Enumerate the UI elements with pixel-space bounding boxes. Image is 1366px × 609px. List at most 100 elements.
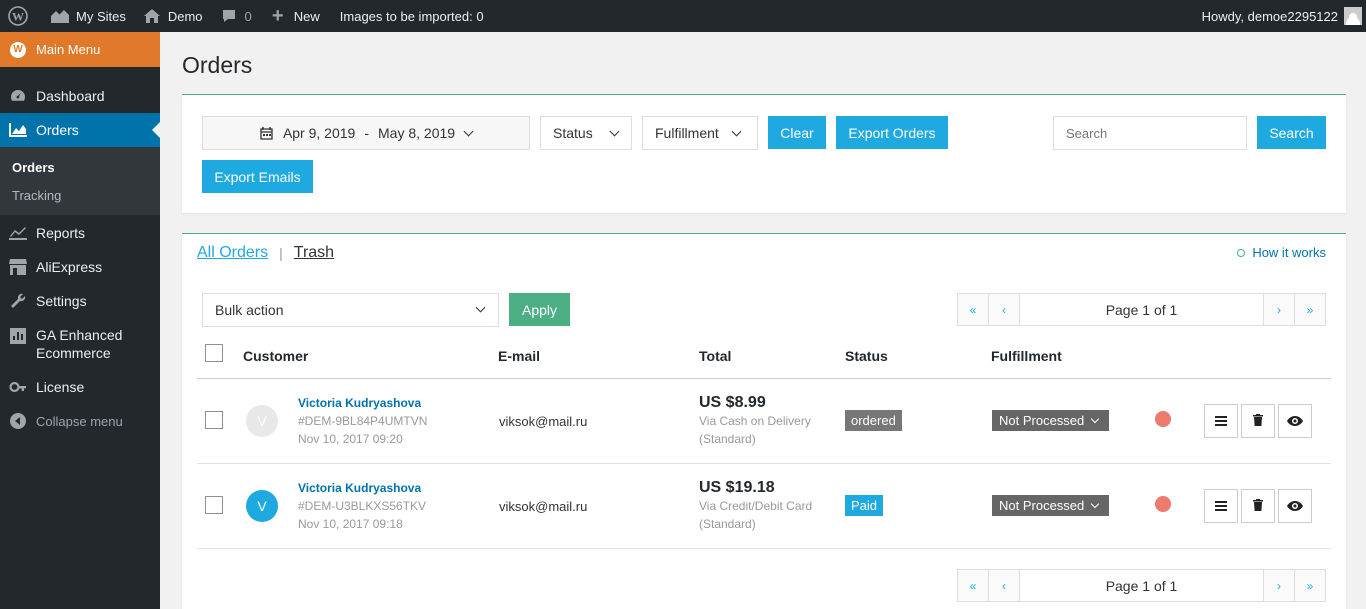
store-icon (8, 257, 28, 277)
new-content-menu[interactable]: + New (260, 0, 328, 32)
tab-all-orders[interactable]: All Orders (197, 244, 268, 262)
table-header-divider (197, 378, 1331, 379)
comments-link[interactable]: 0 (211, 0, 260, 32)
main-menu-link[interactable]: W Main Menu (0, 32, 160, 67)
select-all-checkbox[interactable] (205, 344, 223, 362)
status-filter-select[interactable]: Status (540, 116, 632, 150)
delete-button[interactable] (1241, 404, 1275, 438)
delete-button[interactable] (1241, 489, 1275, 523)
date-from: Apr 9, 2019 (282, 125, 356, 141)
trash-icon (1253, 413, 1263, 429)
avatar: V (246, 405, 278, 437)
fulfillment-dropdown[interactable]: Not Processed (992, 410, 1109, 431)
chevron-down-icon (609, 126, 620, 136)
sidebar-item-settings[interactable]: Settings (0, 284, 160, 318)
images-import-status[interactable]: Images to be imported: 0 (328, 0, 492, 32)
double-chevron-left-icon: « (969, 578, 977, 593)
view-button[interactable] (1278, 489, 1312, 523)
column-total: Total (699, 348, 732, 364)
key-icon (8, 377, 28, 397)
chevron-left-icon: ‹ (1002, 302, 1006, 317)
fulfillment-label: Not Processed (999, 498, 1085, 513)
bulk-action-select[interactable]: Bulk action (202, 293, 499, 327)
sidebar-item-ga-ecommerce[interactable]: GA Enhanced Ecommerce (0, 318, 160, 370)
site-name-label: Demo (167, 8, 203, 24)
first-page-button[interactable]: « (957, 293, 989, 326)
site-name-menu[interactable]: Demo (134, 0, 211, 32)
sites-icon (50, 6, 70, 26)
orders-panel: All Orders | Trash How it works Bulk act… (182, 233, 1346, 609)
row-checkbox[interactable] (205, 411, 223, 429)
search-input[interactable] (1053, 116, 1247, 150)
sidebar-item-label: Dashboard (36, 88, 105, 104)
account-menu[interactable]: Howdy, demoe2295122 (1202, 0, 1366, 32)
order-id: #DEM-U3BLKXS56TKV (298, 499, 427, 513)
status-dot (1155, 411, 1171, 427)
fulfillment-dropdown[interactable]: Not Processed (992, 495, 1109, 516)
wordpress-logo[interactable]: W (0, 0, 42, 32)
order-total: US $19.18 (699, 479, 775, 496)
submenu-item-tracking[interactable]: Tracking (0, 181, 160, 209)
dashboard-icon (8, 86, 28, 106)
eye-icon (1287, 498, 1303, 514)
shipping-method: (Standard) (699, 432, 756, 446)
first-page-button[interactable]: « (957, 569, 989, 602)
export-emails-button[interactable]: Export Emails (202, 160, 313, 193)
double-chevron-right-icon: » (1306, 302, 1314, 317)
my-sites-label: My Sites (76, 8, 126, 24)
date-separator: - (364, 125, 369, 141)
order-id: #DEM-9BL84P4UMTVN (298, 414, 428, 428)
page-indicator: Page 1 of 1 (1019, 293, 1264, 326)
chevron-left-icon: ‹ (1002, 578, 1006, 593)
shipping-method: (Standard) (699, 517, 756, 531)
status-filter-label: Status (553, 125, 593, 141)
column-email: E-mail (498, 348, 541, 364)
customer-name-link[interactable]: Victoria Kudryashova (298, 396, 421, 410)
my-sites-menu[interactable]: My Sites (42, 0, 134, 32)
sidebar-item-license[interactable]: License (0, 370, 160, 404)
analytics-icon (8, 326, 28, 346)
comment-icon (219, 6, 239, 26)
clear-button[interactable]: Clear (768, 116, 826, 149)
tab-trash[interactable]: Trash (294, 244, 334, 262)
last-page-button[interactable]: » (1294, 569, 1326, 602)
customer-name-link[interactable]: Victoria Kudryashova (298, 481, 421, 495)
chevron-down-icon (731, 126, 742, 136)
sidebar-item-label: Reports (36, 225, 86, 241)
column-status: Status (845, 348, 888, 364)
chart-area-icon (8, 120, 28, 140)
collapse-menu-button[interactable]: Collapse menu (0, 404, 160, 438)
collapse-menu-label: Collapse menu (36, 413, 123, 429)
column-fulfillment: Fulfillment (991, 348, 1062, 364)
page-title: Orders (182, 52, 253, 78)
prev-page-button[interactable]: ‹ (988, 293, 1020, 326)
row-checkbox[interactable] (205, 496, 223, 514)
how-it-works-link[interactable]: How it works (1237, 245, 1326, 260)
date-range-picker[interactable]: Apr 9, 2019 - May 8, 2019 (202, 116, 530, 150)
order-date: Nov 10, 2017 09:18 (298, 517, 403, 531)
sidebar-item-orders[interactable]: Orders (0, 113, 160, 147)
sidebar-item-aliexpress[interactable]: AliExpress (0, 250, 160, 284)
search-button[interactable]: Search (1257, 116, 1326, 149)
fulfillment-filter-select[interactable]: Fulfillment (642, 116, 758, 150)
export-orders-button[interactable]: Export Orders (836, 116, 948, 149)
column-customer: Customer (243, 348, 309, 364)
menu-button[interactable] (1204, 489, 1238, 523)
wrench-icon (8, 291, 28, 311)
status-dot (1155, 496, 1171, 512)
sidebar-item-reports[interactable]: Reports (0, 216, 160, 250)
last-page-button[interactable]: » (1294, 293, 1326, 326)
sidebar-item-dashboard[interactable]: Dashboard (0, 79, 160, 113)
view-button[interactable] (1278, 404, 1312, 438)
menu-button[interactable] (1204, 404, 1238, 438)
sidebar-item-label: Settings (36, 293, 87, 309)
next-page-button[interactable]: › (1263, 569, 1295, 602)
svg-text:W: W (12, 10, 24, 24)
sidebar-item-label: Orders (36, 122, 79, 138)
next-page-button[interactable]: › (1263, 293, 1295, 326)
submenu-item-orders[interactable]: Orders (0, 153, 160, 181)
prev-page-button[interactable]: ‹ (988, 569, 1020, 602)
apply-button[interactable]: Apply (509, 293, 570, 326)
pagination-top: « ‹ Page 1 of 1 › » (957, 293, 1326, 326)
pagination-bottom: « ‹ Page 1 of 1 › » (957, 569, 1326, 602)
